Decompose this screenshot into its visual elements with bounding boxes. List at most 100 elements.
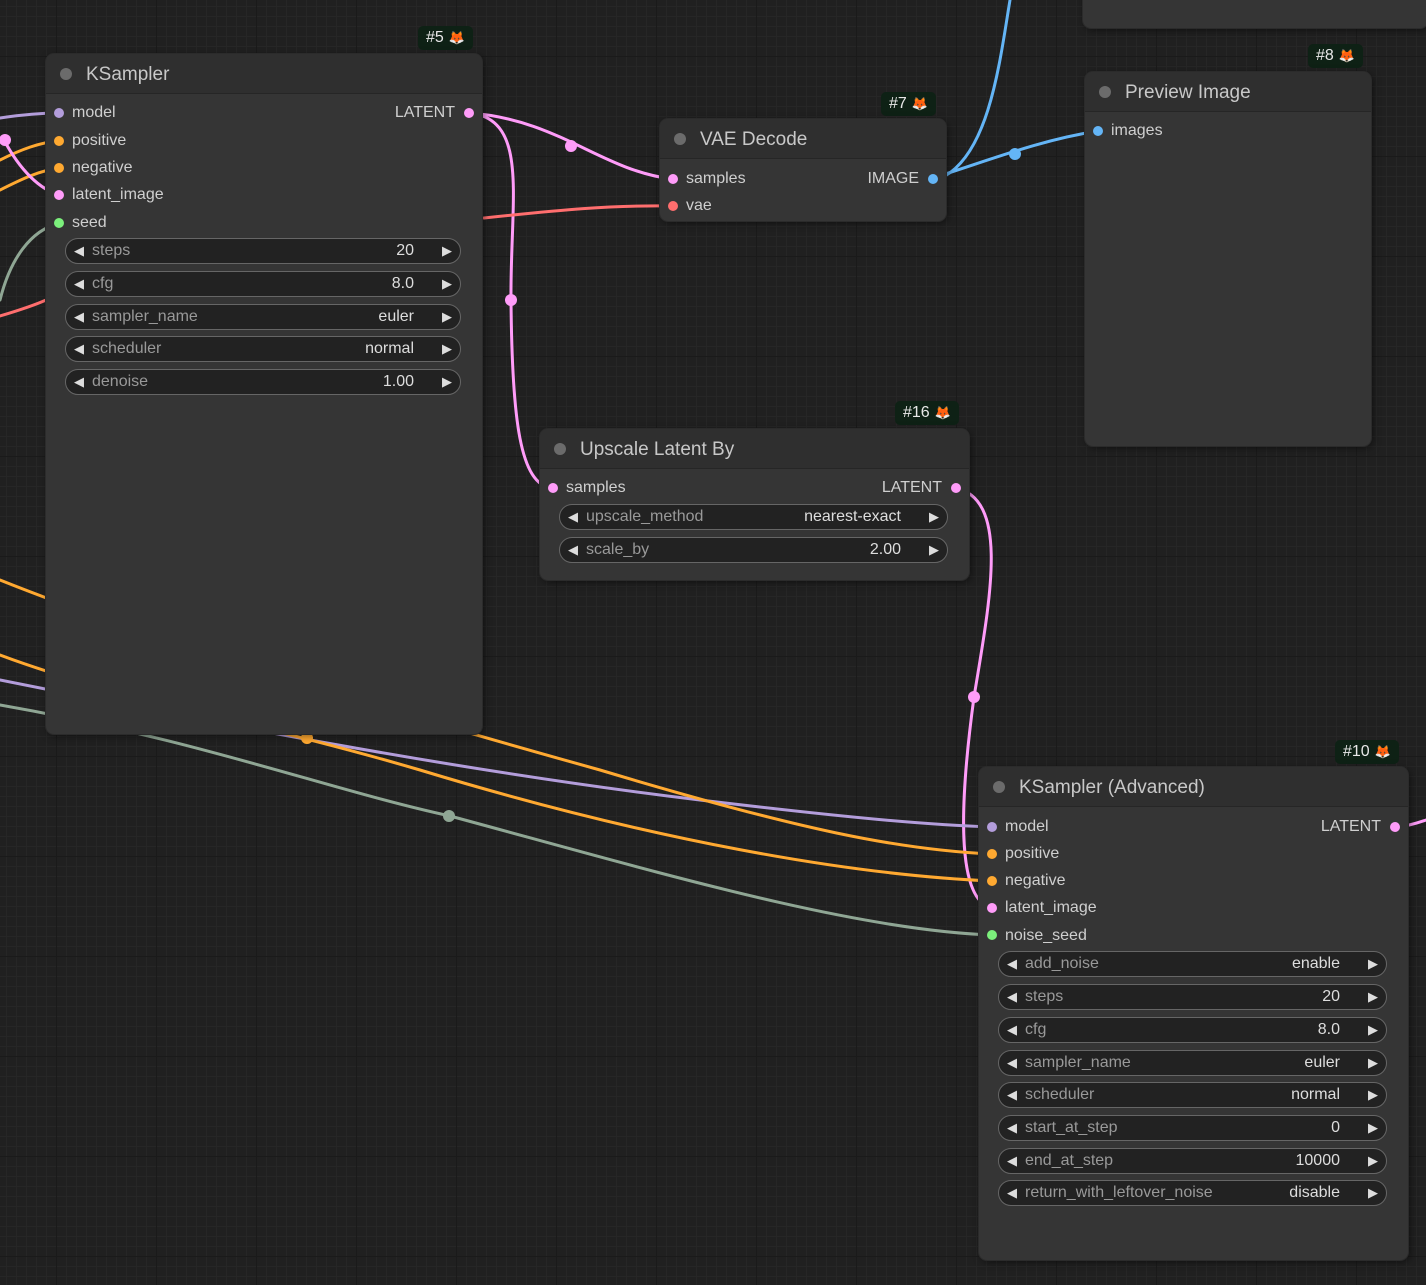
- widget-denoise[interactable]: ◀ denoise 1.00 ▶: [65, 369, 461, 395]
- node-title-bar[interactable]: KSampler: [46, 54, 482, 94]
- input-label-latent-image: latent_image: [1005, 899, 1097, 916]
- decrement-arrow-icon[interactable]: ◀: [1007, 1184, 1017, 1202]
- input-slot-latent-image[interactable]: [987, 903, 997, 913]
- node-title-bar[interactable]: VAE Decode: [660, 119, 946, 159]
- collapse-dot-icon[interactable]: [674, 133, 686, 145]
- decrement-arrow-icon[interactable]: ◀: [1007, 1119, 1017, 1137]
- decrement-arrow-icon[interactable]: ◀: [74, 242, 84, 260]
- decrement-arrow-icon[interactable]: ◀: [568, 541, 578, 559]
- widget-value[interactable]: 20: [396, 242, 414, 260]
- widget-steps[interactable]: ◀ steps 20 ▶: [998, 984, 1387, 1010]
- widget-value[interactable]: 10000: [1296, 1152, 1341, 1170]
- input-slot-samples[interactable]: [668, 174, 678, 184]
- decrement-arrow-icon[interactable]: ◀: [1007, 1054, 1017, 1072]
- increment-arrow-icon[interactable]: ▶: [1368, 1021, 1378, 1039]
- increment-arrow-icon[interactable]: ▶: [442, 373, 452, 391]
- decrement-arrow-icon[interactable]: ◀: [568, 508, 578, 526]
- input-slot-negative[interactable]: [987, 876, 997, 886]
- widget-add-noise[interactable]: ◀ add_noise enable ▶: [998, 951, 1387, 977]
- decrement-arrow-icon[interactable]: ◀: [74, 373, 84, 391]
- increment-arrow-icon[interactable]: ▶: [442, 308, 452, 326]
- widget-name: steps: [1025, 988, 1064, 1005]
- node-ksampler[interactable]: KSampler model positive negative latent_…: [46, 54, 482, 734]
- node-title-bar[interactable]: Preview Image: [1085, 72, 1371, 112]
- input-slot-positive[interactable]: [54, 136, 64, 146]
- widget-value[interactable]: disable: [1289, 1184, 1340, 1202]
- widget-value[interactable]: euler: [1304, 1054, 1340, 1072]
- widget-name: end_at_step: [1025, 1152, 1114, 1169]
- input-slot-images[interactable]: [1093, 126, 1103, 136]
- decrement-arrow-icon[interactable]: ◀: [74, 308, 84, 326]
- input-slot-seed[interactable]: [54, 218, 64, 228]
- widget-cfg[interactable]: ◀ cfg 8.0 ▶: [998, 1017, 1387, 1043]
- input-label-seed: seed: [72, 214, 107, 231]
- widget-end-at-step[interactable]: ◀ end_at_step 10000 ▶: [998, 1148, 1387, 1174]
- input-slot-negative[interactable]: [54, 163, 64, 173]
- node-offscreen-partial[interactable]: [1083, 0, 1426, 28]
- input-slot-positive[interactable]: [987, 849, 997, 859]
- decrement-arrow-icon[interactable]: ◀: [1007, 988, 1017, 1006]
- increment-arrow-icon[interactable]: ▶: [442, 242, 452, 260]
- widget-value[interactable]: 20: [1322, 988, 1340, 1006]
- decrement-arrow-icon[interactable]: ◀: [1007, 1086, 1017, 1104]
- increment-arrow-icon[interactable]: ▶: [1368, 1054, 1378, 1072]
- output-slot-latent[interactable]: [951, 483, 961, 493]
- widget-cfg[interactable]: ◀ cfg 8.0 ▶: [65, 271, 461, 297]
- widget-value[interactable]: normal: [1291, 1086, 1340, 1104]
- increment-arrow-icon[interactable]: ▶: [929, 541, 939, 559]
- input-slot-noise-seed[interactable]: [987, 930, 997, 940]
- widget-value[interactable]: normal: [365, 340, 414, 358]
- input-slot-model[interactable]: [987, 822, 997, 832]
- widget-value[interactable]: nearest-exact: [804, 508, 901, 526]
- decrement-arrow-icon[interactable]: ◀: [1007, 1152, 1017, 1170]
- widget-upscale-method[interactable]: ◀ upscale_method nearest-exact ▶: [559, 504, 948, 530]
- collapse-dot-icon[interactable]: [60, 68, 72, 80]
- input-slot-vae[interactable]: [668, 201, 678, 211]
- widget-sampler-name[interactable]: ◀ sampler_name euler ▶: [65, 304, 461, 330]
- input-slot-latent-image[interactable]: [54, 190, 64, 200]
- widget-value[interactable]: 0: [1331, 1119, 1340, 1137]
- widget-value[interactable]: enable: [1292, 955, 1340, 973]
- link-midpoint: [968, 691, 980, 703]
- increment-arrow-icon[interactable]: ▶: [442, 275, 452, 293]
- output-slot-latent[interactable]: [464, 108, 474, 118]
- increment-arrow-icon[interactable]: ▶: [1368, 955, 1378, 973]
- collapse-dot-icon[interactable]: [1099, 86, 1111, 98]
- node-vae-decode[interactable]: VAE Decode samples vae IMAGE: [660, 119, 946, 221]
- widget-scheduler[interactable]: ◀ scheduler normal ▶: [65, 336, 461, 362]
- widget-sampler-name[interactable]: ◀ sampler_name euler ▶: [998, 1050, 1387, 1076]
- widget-value[interactable]: euler: [378, 308, 414, 326]
- widget-value[interactable]: 1.00: [383, 373, 414, 391]
- collapse-dot-icon[interactable]: [554, 443, 566, 455]
- widget-value[interactable]: 8.0: [1318, 1021, 1340, 1039]
- decrement-arrow-icon[interactable]: ◀: [1007, 955, 1017, 973]
- collapse-dot-icon[interactable]: [993, 781, 1005, 793]
- increment-arrow-icon[interactable]: ▶: [1368, 1184, 1378, 1202]
- increment-arrow-icon[interactable]: ▶: [1368, 988, 1378, 1006]
- input-slot-model[interactable]: [54, 108, 64, 118]
- node-upscale-latent-by[interactable]: Upscale Latent By samples LATENT ◀ upsca…: [540, 429, 969, 580]
- output-slot-image[interactable]: [928, 174, 938, 184]
- input-label-model: model: [72, 104, 116, 121]
- widget-value[interactable]: 8.0: [392, 275, 414, 293]
- widget-value[interactable]: 2.00: [870, 541, 901, 559]
- increment-arrow-icon[interactable]: ▶: [929, 508, 939, 526]
- widget-start-at-step[interactable]: ◀ start_at_step 0 ▶: [998, 1115, 1387, 1141]
- output-slot-latent[interactable]: [1390, 822, 1400, 832]
- node-preview-image[interactable]: Preview Image images: [1085, 72, 1371, 446]
- increment-arrow-icon[interactable]: ▶: [442, 340, 452, 358]
- node-title-bar[interactable]: KSampler (Advanced): [979, 767, 1408, 807]
- node-title-bar[interactable]: Upscale Latent By: [540, 429, 969, 469]
- decrement-arrow-icon[interactable]: ◀: [1007, 1021, 1017, 1039]
- decrement-arrow-icon[interactable]: ◀: [74, 340, 84, 358]
- widget-return-with-leftover-noise[interactable]: ◀ return_with_leftover_noise disable ▶: [998, 1180, 1387, 1206]
- widget-scheduler[interactable]: ◀ scheduler normal ▶: [998, 1082, 1387, 1108]
- decrement-arrow-icon[interactable]: ◀: [74, 275, 84, 293]
- increment-arrow-icon[interactable]: ▶: [1368, 1086, 1378, 1104]
- node-ksampler-advanced[interactable]: KSampler (Advanced) model positive negat…: [979, 767, 1408, 1260]
- widget-steps[interactable]: ◀ steps 20 ▶: [65, 238, 461, 264]
- increment-arrow-icon[interactable]: ▶: [1368, 1119, 1378, 1137]
- input-slot-samples[interactable]: [548, 483, 558, 493]
- increment-arrow-icon[interactable]: ▶: [1368, 1152, 1378, 1170]
- widget-scale-by[interactable]: ◀ scale_by 2.00 ▶: [559, 537, 948, 563]
